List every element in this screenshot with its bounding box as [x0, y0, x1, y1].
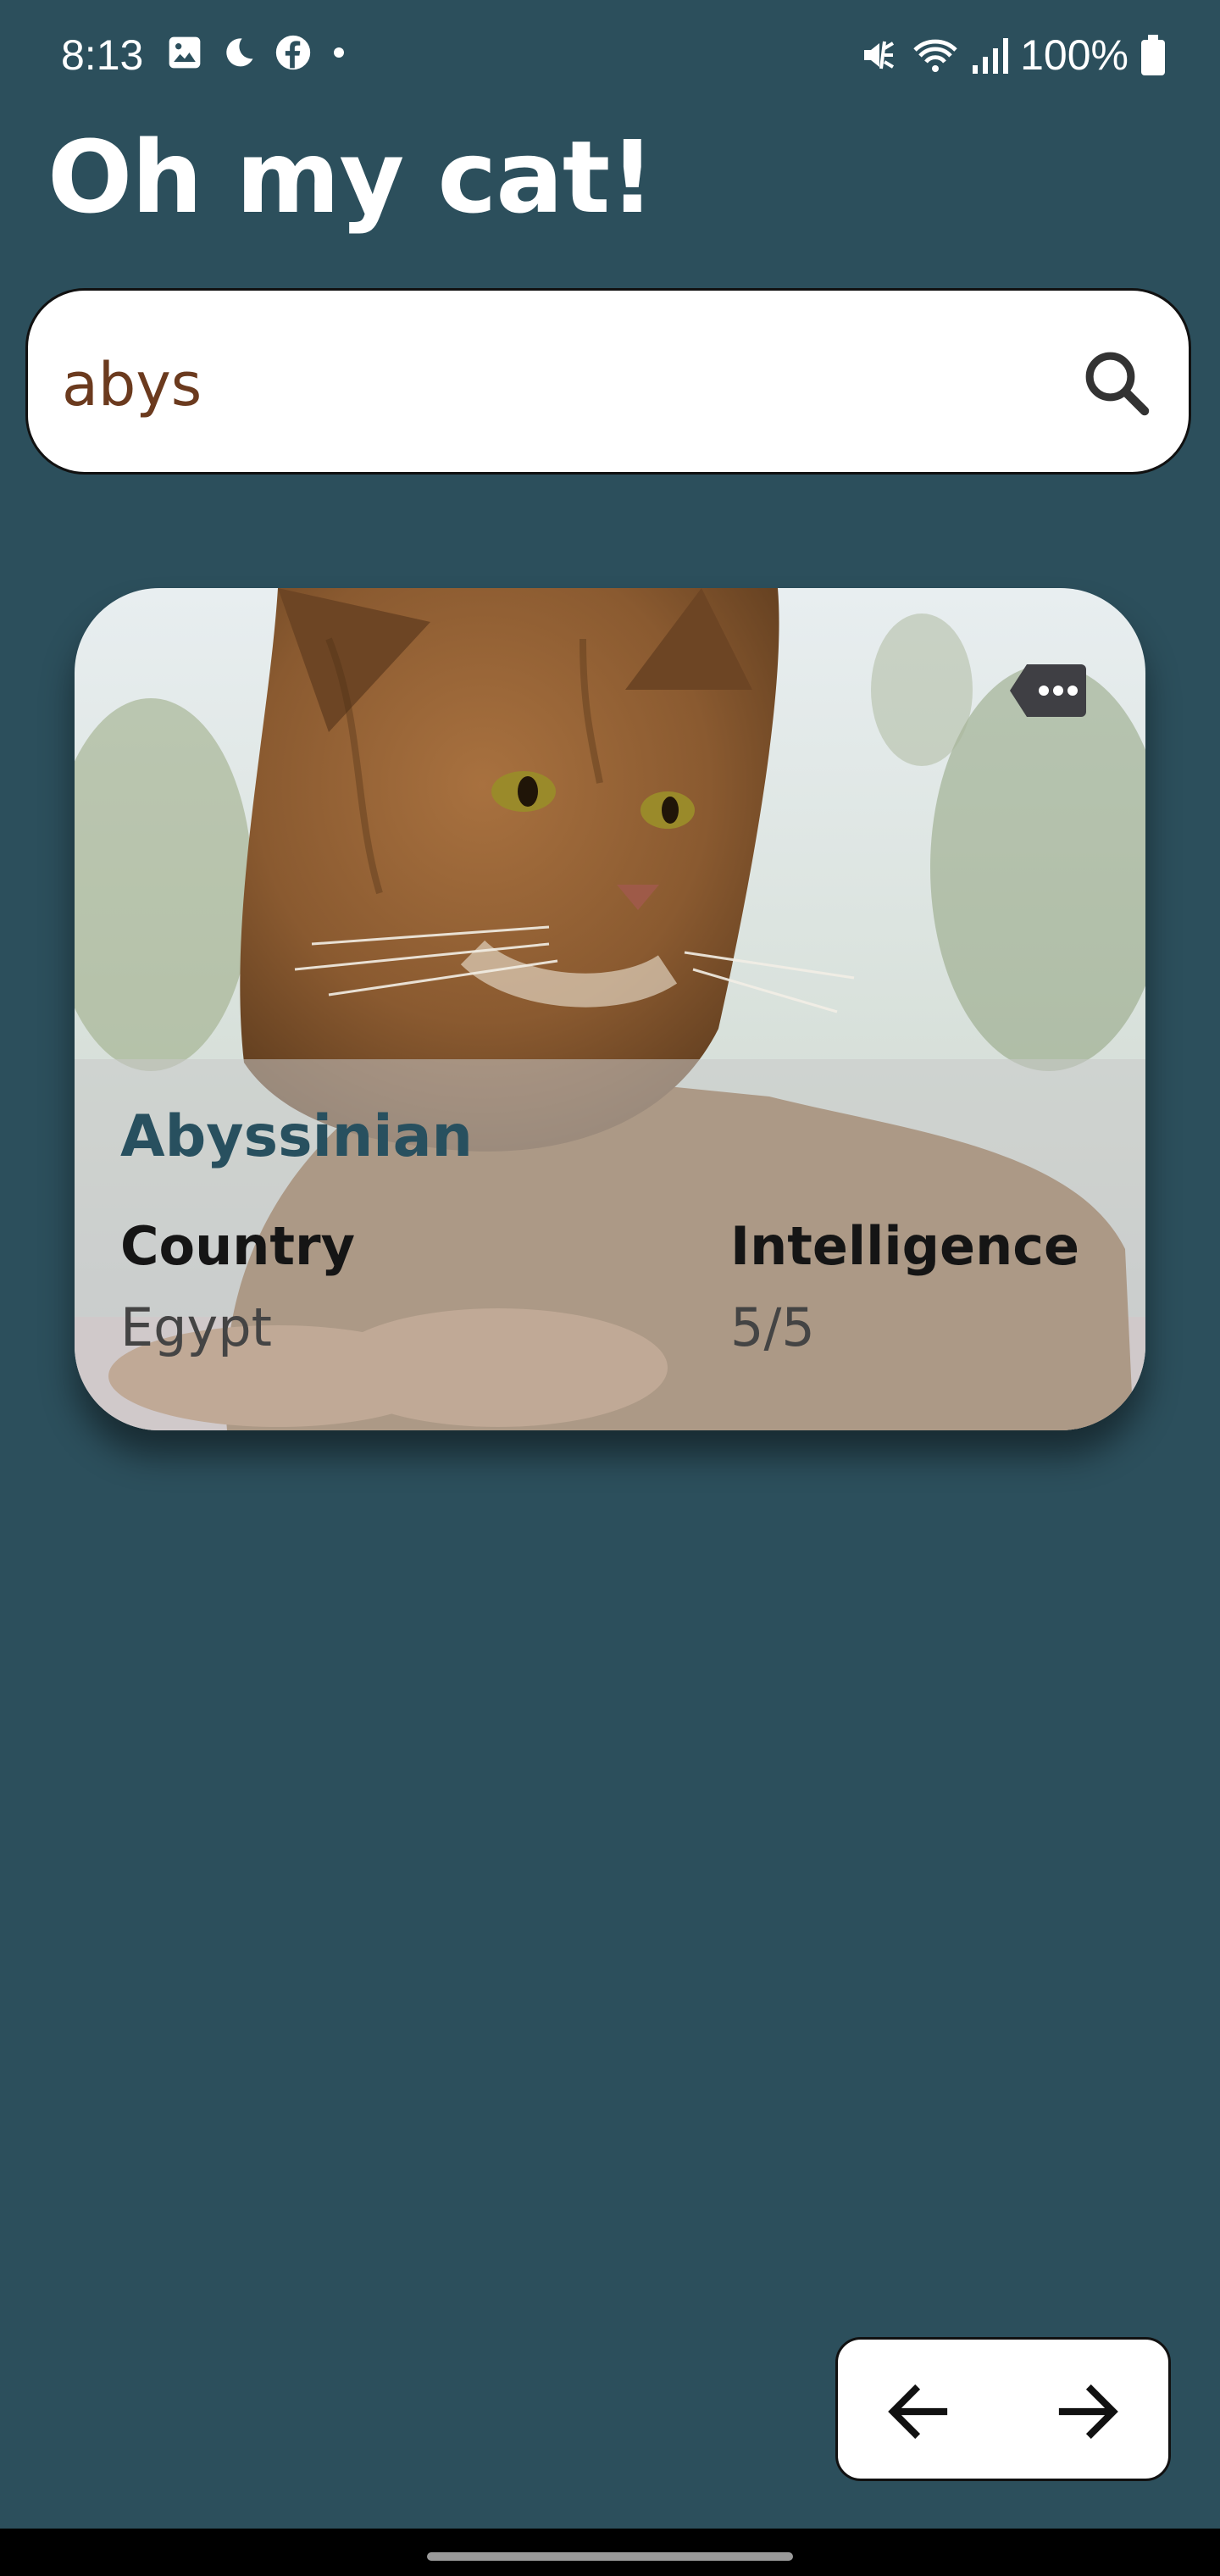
status-time: 8:13 [61, 31, 144, 79]
dot-icon [334, 47, 344, 58]
app-title: Oh my cat! [47, 119, 655, 236]
arrow-right-icon[interactable] [1050, 2373, 1126, 2450]
breed-card[interactable]: Abyssinian Country Egypt Intelligence 5/… [75, 588, 1145, 1430]
pager [835, 2337, 1171, 2481]
arrow-left-icon[interactable] [880, 2373, 957, 2450]
facebook-icon [275, 35, 311, 70]
country-label: Country [120, 1215, 356, 1277]
mute-icon [864, 41, 895, 69]
system-nav-bar [0, 2529, 1220, 2576]
wifi-icon [913, 39, 957, 72]
moon-icon [226, 38, 253, 67]
status-right: 100% [859, 31, 1166, 80]
intelligence-label: Intelligence [730, 1215, 1080, 1277]
search-bar[interactable]: abys [25, 288, 1191, 475]
signal-icon [973, 38, 1009, 74]
status-left-icons [166, 34, 349, 71]
intelligence-value: 5/5 [730, 1296, 815, 1358]
more-tag-icon[interactable] [1010, 664, 1086, 717]
status-bar: 8:13 100% [0, 0, 1220, 115]
search-icon[interactable] [1079, 345, 1155, 421]
battery-icon [1141, 35, 1165, 75]
breed-name: Abyssinian [120, 1103, 473, 1170]
battery-percent: 100% [1020, 31, 1128, 79]
country-value: Egypt [120, 1296, 272, 1358]
search-input[interactable]: abys [62, 350, 202, 419]
gallery-icon [169, 36, 201, 69]
home-handle[interactable] [427, 2552, 793, 2561]
